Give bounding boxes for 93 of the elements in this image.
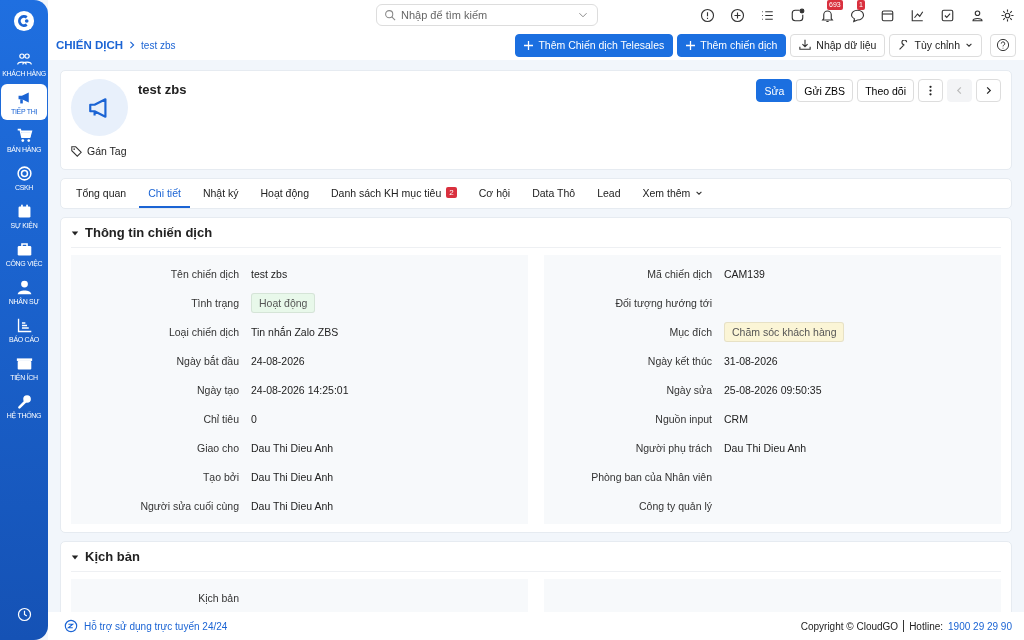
customize-button[interactable]: Tùy chỉnh [889,33,982,57]
tab[interactable]: Nhật ký [193,179,248,208]
more-icon [929,85,932,96]
add-button[interactable]: Thêm chiến dịch [677,33,787,57]
calendar-icon[interactable] [880,7,895,23]
plus-circle-icon[interactable] [730,7,745,23]
field-label: Loại chiến dịch [167,325,240,338]
status-tag: Hoạt động [251,292,316,313]
field-label: Chỉ tiêu [202,412,240,425]
field-value: 24-08-2026 14:25:01 [251,383,349,396]
field-value: CRM [724,412,748,425]
field-label: Kịch bản [197,591,240,604]
search-field[interactable]: Nhập để tìm kiếm [376,4,598,26]
caret-icon [965,41,973,49]
field-label: Mã chiến dịch [646,267,713,280]
field-label: Người sửa cuối cùng [139,499,240,512]
field-label: Ngày bắt đầu [175,354,240,367]
settings-icon[interactable] [1000,7,1015,23]
download-icon [799,39,812,51]
breadcrumb-link[interactable]: CHIẾN DỊCH [56,39,124,51]
tab[interactable]: Cơ hội [469,179,520,208]
field-label: Giao cho [195,441,240,454]
tab[interactable]: Data Thô [523,179,585,208]
field-value: Dau Thi Dieu Anh [251,499,334,512]
action-button[interactable]: Gửi ZBS [796,79,854,102]
assign-tag-link[interactable]: Gán Tag [71,145,128,157]
search-icon [384,9,397,22]
field-value: 31-08-2026 [724,354,778,367]
checkbox-icon[interactable] [940,7,955,23]
field-label: Tên chiến dịch [169,267,240,280]
field-label: Tình trạng [190,296,240,309]
trend-icon[interactable] [910,7,925,23]
record-title: test zbs [138,82,187,99]
more-button[interactable] [918,79,943,102]
field-label: Tạo bởi [201,470,240,483]
help-button[interactable] [990,33,1016,57]
briefcase-icon [15,241,33,258]
field-label: Mục đích [668,325,713,338]
field-value: 0 [251,412,257,425]
field-value: Dau Thi Dieu Anh [251,470,334,483]
field-value: 24-08-2026 [251,354,305,367]
chart-icon [15,317,33,334]
breadcrumb-current: test zbs [141,39,176,51]
history-icon[interactable] [16,607,32,622]
users-icon [15,51,33,68]
tag-icon [71,145,82,157]
field-value: Dau Thi Dieu Anh [251,441,334,454]
logo-icon[interactable] [13,10,35,32]
chevron-right-icon [128,41,137,49]
field-label: Đối tượng hướng tới [614,296,713,309]
tab[interactable]: Danh sách KH mục tiêu 2 [322,179,466,208]
import-button[interactable]: Nhập dữ liệu [790,33,886,57]
section-title: Kịch bản [85,549,140,564]
plus-icon [686,40,696,50]
chevron-right-icon [984,86,993,95]
bell-icon[interactable] [820,7,835,23]
status-tag: Chăm sóc khách hàng [724,321,845,342]
caret-icon[interactable] [71,228,79,237]
field-label: Công ty quản lý [638,499,713,512]
field-label: Nguồn input [654,412,713,425]
lifebuoy-icon [15,165,33,182]
field-value: 25-08-2026 09:50:35 [724,383,822,396]
section-title: Thông tin chiến dịch [85,225,213,240]
person-icon [15,279,33,296]
cart-icon [15,127,33,144]
copyright-text: Copyright © CloudGO [800,620,899,632]
plus-icon [524,40,534,50]
tab[interactable]: Chi tiết [139,179,190,208]
chevron-left-icon [955,86,964,95]
alert-icon[interactable] [700,7,715,23]
field-label: Ngày sửa [665,383,713,396]
caret-icon[interactable] [71,552,79,561]
field-label: Người phụ trách [634,441,713,454]
tab[interactable]: Tổng quan [67,179,136,208]
help-icon [996,38,1010,52]
hotline-link[interactable]: 1900 29 29 90 [948,620,1012,632]
tab[interactable]: Xem thêm [633,179,713,208]
hotline-label: Hotline: [909,620,944,632]
edit-button[interactable]: Sửa [756,79,793,102]
field-value: test zbs [251,267,288,280]
field-value: Dau Thi Dieu Anh [724,441,807,454]
box-icon [15,355,33,372]
tab[interactable]: Lead [588,179,630,208]
tab[interactable]: Hoạt động [251,179,318,208]
support-link[interactable]: Hỗ trợ sử dụng trực tuyến 24/24 [64,619,228,633]
field-label: Ngày tạo [195,383,240,396]
person-icon[interactable] [970,7,985,23]
field-label: Ngày kết thúc [646,354,713,367]
field-value: CAM139 [724,267,765,280]
add-button[interactable]: Thêm Chiến dịch Telesales [515,33,674,57]
action-button[interactable]: Theo dõi [857,79,914,102]
field-label: Phòng ban của Nhân viên [590,470,713,483]
field-value: Tin nhắn Zalo ZBS [251,325,339,338]
